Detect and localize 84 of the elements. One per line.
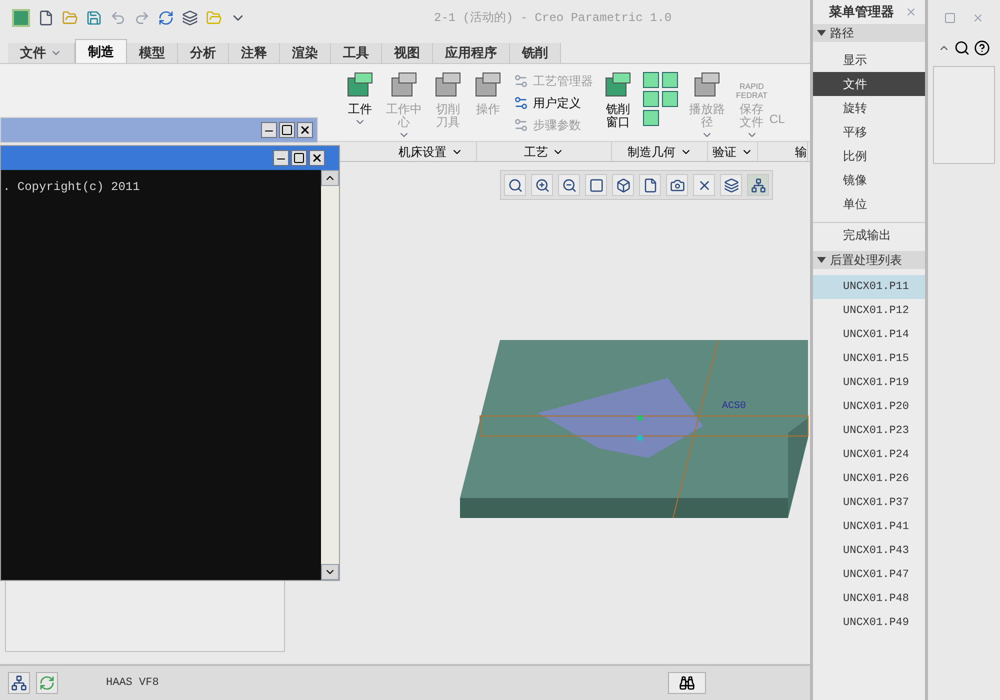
ribbon-button[interactable]: 工件 [345,70,375,128]
ribbon-group-label[interactable]: 输 [758,142,808,161]
menu-item[interactable]: UNCX01.P41 [813,515,925,539]
maximize-icon [281,124,293,136]
section-header[interactable]: 路径 [813,24,925,42]
close-button[interactable] [309,150,325,166]
menu-item[interactable]: UNCX01.P12 [813,299,925,323]
menu-item[interactable]: UNCX01.P48 [813,587,925,611]
panel-title: 菜单管理器 [828,3,894,22]
ribbon-tab[interactable]: 铣削 [510,43,561,63]
menu-item[interactable]: 镜像 [813,168,925,192]
menu-item[interactable]: 显示 [813,48,925,72]
menu-item[interactable]: 文件 [813,72,925,96]
close-button[interactable] [297,122,313,138]
file-menu-button[interactable]: 文件 [8,43,75,63]
menu-item[interactable]: UNCX01.P19 [813,371,925,395]
ribbon-tab[interactable]: 工具 [331,43,382,63]
cube-icon[interactable] [612,174,634,196]
app-logo-icon [12,9,30,27]
regenerate-icon[interactable] [158,10,174,26]
ribbon-tab[interactable]: 制造 [75,39,127,63]
search-icon[interactable] [954,40,970,56]
expand-triangle-icon [817,257,826,263]
menu-item[interactable]: UNCX01.P43 [813,539,925,563]
find-button[interactable] [668,672,706,694]
new-file-icon[interactable] [38,10,54,26]
menu-item[interactable]: UNCX01.P15 [813,347,925,371]
ribbon-tab[interactable]: 应用程序 [433,43,510,63]
menu-item[interactable]: UNCX01.P23 [813,419,925,443]
close-icon [311,152,323,164]
ribbon-group-label[interactable]: 工艺 [477,142,612,161]
geometry-tool-icon[interactable] [643,72,659,88]
maximize-button[interactable] [279,122,295,138]
window-title: 2-1 (活动的) - Creo Parametric 1.0 [434,10,672,27]
expand-triangle-icon [817,30,826,36]
ribbon-tab[interactable]: 模型 [127,43,178,63]
menu-item[interactable]: UNCX01.P47 [813,563,925,587]
console-text: . Copyright(c) 2011 [3,180,140,194]
status-text: HAAS VF8 [106,676,159,691]
sync-icon[interactable] [36,672,58,694]
camera-icon[interactable] [666,174,688,196]
menu-item[interactable]: UNCX01.P37 [813,491,925,515]
binoculars-icon [679,675,695,691]
geometry-tool-icon[interactable] [662,91,678,107]
menu-item[interactable]: 比例 [813,144,925,168]
ribbon-tab[interactable]: 渲染 [280,43,331,63]
section-header[interactable]: 后置处理列表 [813,251,925,269]
ribbon-group-label[interactable]: 验证 [708,142,758,161]
ribbon-group-label[interactable]: 机床设置 [385,142,477,161]
menu-item[interactable]: UNCX01.P24 [813,443,925,467]
maximize-button[interactable] [291,150,307,166]
menu-item[interactable]: UNCX01.P20 [813,395,925,419]
zoom-in-icon[interactable] [531,174,553,196]
ribbon-tab[interactable]: 视图 [382,43,433,63]
ribbon-tab[interactable]: 分析 [178,43,229,63]
menu-item[interactable]: UNCX01.P26 [813,467,925,491]
geometry-tool-icon[interactable] [662,72,678,88]
help-icon[interactable] [974,40,990,56]
zoom-out-icon[interactable] [558,174,580,196]
ribbon-tab[interactable]: 注释 [229,43,280,63]
ribbon-button[interactable]: 铣削窗口 [603,70,633,129]
maximize-icon [293,152,305,164]
tree-toggle-icon[interactable] [8,672,30,694]
save-icon[interactable] [86,10,102,26]
minimize-button[interactable] [273,150,289,166]
ribbon-menu-button[interactable]: 用户定义 [513,94,593,112]
ribbon-group-label[interactable]: 制造几何 [612,142,708,161]
close-icon [299,124,311,136]
cross-icon[interactable] [693,174,715,196]
geometry-tool-icon[interactable] [643,91,659,107]
menu-item[interactable]: 完成输出 [813,223,925,247]
menu-item[interactable]: 旋转 [813,96,925,120]
minimize-button[interactable] [261,122,277,138]
refit-icon[interactable] [504,174,526,196]
node-icon[interactable] [747,174,769,196]
geometry-tool-icon[interactable] [643,110,659,126]
rapid-feedrate-icon: RAPID FEDRAT [736,70,768,100]
csys-label: ACS0 [722,401,746,412]
scroll-bar[interactable] [321,170,339,580]
menu-item[interactable]: UNCX01.P14 [813,323,925,347]
menu-item[interactable]: UNCX01.P11 [813,275,925,299]
menu-item[interactable]: 平移 [813,120,925,144]
menu-item[interactable]: 单位 [813,192,925,216]
menu-item[interactable]: UNCX01.P49 [813,611,925,635]
